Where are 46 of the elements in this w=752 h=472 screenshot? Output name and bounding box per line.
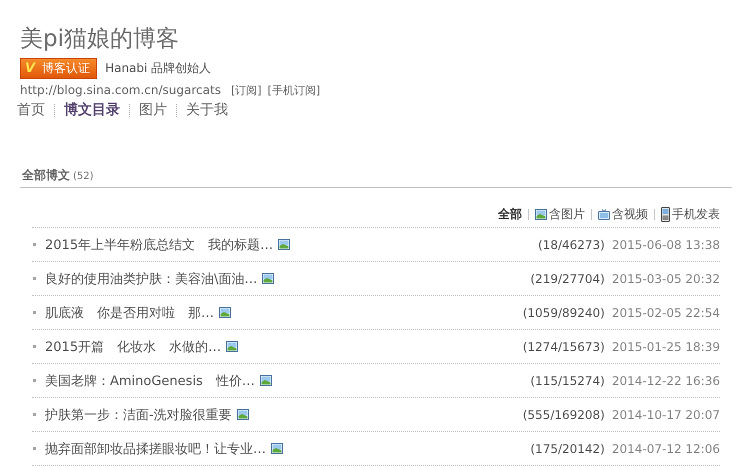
bullet-icon: [33, 243, 36, 246]
filter-link[interactable]: 含视频: [598, 206, 648, 223]
bullet-icon: [33, 413, 36, 416]
post-title-link[interactable]: 肌底液 你是否用对啦 那…: [45, 304, 214, 322]
filter-link[interactable]: 含图片: [535, 206, 585, 223]
blog-url-link[interactable]: http://blog.sina.com.cn/sugarcats: [20, 83, 221, 97]
subscribe-link[interactable]: [手机订阅]: [268, 83, 320, 98]
post-date: 2014-12-22 16:36: [612, 374, 720, 388]
comment-view-count: (219/27704): [530, 272, 605, 286]
bullet-icon: [33, 311, 36, 314]
comment-view-count: (115/15274): [530, 374, 605, 388]
post-date: 2015-06-08 13:38: [612, 238, 720, 252]
tv-icon: [598, 209, 610, 220]
post-title-link[interactable]: 抛弃面部卸妆品揉搓眼妆吧！让专业…: [45, 440, 266, 458]
post-title-link[interactable]: 2015开篇 化妆水 水做的…: [45, 338, 222, 356]
post-date: 2014-10-17 20:07: [612, 408, 720, 422]
bullet-icon: [33, 345, 36, 348]
bullet-icon: [33, 379, 36, 382]
filter-link[interactable]: 全部: [498, 206, 522, 223]
post-date: 2015-03-05 20:32: [612, 272, 720, 286]
post-title-link[interactable]: 良好的使用油类护肤：美容油\面油…: [45, 270, 258, 288]
nav-tab[interactable]: 博文目录: [64, 101, 120, 119]
post-title-link[interactable]: 美国老牌：AminoGenesis 性价…: [45, 372, 255, 390]
comment-view-count: (1059/89240): [522, 306, 605, 320]
section-title: 全部博文: [22, 167, 70, 184]
blog-description: Hanabi 品牌创始人: [105, 60, 212, 76]
blog-title: 美pi猫娘的博客: [20, 25, 180, 54]
comment-view-count: (1274/15673): [522, 340, 605, 354]
bullet-icon: [33, 447, 36, 450]
comment-view-count: (18/46273): [538, 238, 605, 252]
filter-link[interactable]: 手机发表: [661, 206, 720, 223]
nav-tab[interactable]: 图片: [139, 101, 167, 119]
comment-view-count: (175/20142): [530, 442, 605, 456]
post-date: 2014-07-12 12:06: [612, 442, 720, 456]
nav-tab[interactable]: 关于我: [186, 101, 228, 119]
post-title-link[interactable]: 护肤第一步：洁面-洗对脸很重要: [45, 406, 232, 424]
post-title-link[interactable]: 2015年上半年粉底总结文 我的标题…: [45, 236, 274, 254]
post-date: 2015-01-25 18:39: [612, 340, 720, 354]
post-date: 2015-02-05 22:54: [612, 306, 720, 320]
image-icon: [535, 209, 547, 220]
bullet-icon: [33, 277, 36, 280]
comment-view-count: (555/169208): [522, 408, 605, 422]
phone-icon: [661, 207, 670, 222]
nav-tab[interactable]: 首页: [17, 101, 45, 119]
subscribe-link[interactable]: [订阅]: [230, 83, 262, 98]
post-count: (52): [73, 171, 94, 182]
